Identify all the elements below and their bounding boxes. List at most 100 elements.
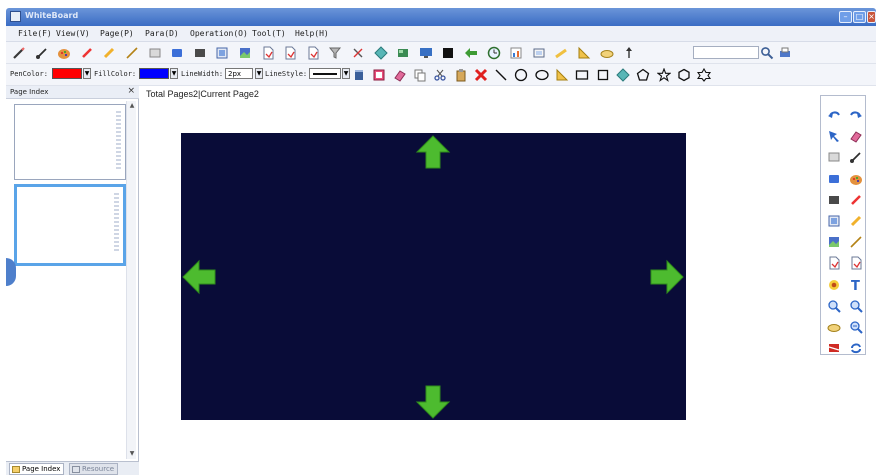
eraser-icon[interactable] (849, 129, 863, 143)
gray-rect-icon[interactable] (193, 46, 207, 60)
maximize-button[interactable]: □ (853, 11, 866, 23)
zoom-in-icon[interactable] (849, 299, 863, 313)
refresh-icon[interactable] (849, 341, 863, 355)
marker-icon[interactable] (849, 193, 863, 207)
cloud-icon[interactable] (827, 320, 841, 334)
palette-icon[interactable] (849, 172, 863, 186)
pen-icon[interactable] (849, 235, 863, 249)
pen-icon[interactable] (125, 46, 139, 60)
rect-icon[interactable] (148, 46, 162, 60)
redo-icon[interactable] (849, 108, 863, 122)
diamond-icon[interactable] (616, 68, 630, 82)
page-thumbnail[interactable] (14, 104, 126, 180)
printer-icon[interactable] (778, 46, 792, 60)
panel-close-button[interactable]: × (127, 86, 135, 96)
scissors-icon[interactable] (351, 46, 365, 60)
paste-icon[interactable] (454, 68, 468, 82)
scroll-down-arrow[interactable]: ▼ (128, 450, 136, 458)
zoom-out-icon[interactable] (849, 320, 863, 334)
hexagon-icon[interactable] (677, 68, 691, 82)
star6-icon[interactable] (697, 67, 712, 82)
monitor-icon[interactable] (419, 46, 433, 60)
picture-icon[interactable] (827, 214, 841, 228)
palette-icon[interactable] (57, 46, 71, 60)
triangle-icon[interactable] (555, 68, 569, 82)
clock-icon[interactable] (487, 46, 501, 60)
text-icon[interactable]: T (849, 278, 863, 294)
menu-file[interactable]: File(F) (18, 29, 52, 38)
flower-icon[interactable] (827, 278, 841, 292)
scroll-up-arrow[interactable]: ▲ (128, 102, 136, 110)
tab-resource[interactable]: Resource (69, 463, 119, 475)
highlighter-icon[interactable] (849, 214, 863, 228)
blue-rect-icon[interactable] (170, 46, 184, 60)
search-icon[interactable] (760, 46, 774, 60)
line-icon[interactable] (494, 68, 508, 82)
bucket-icon[interactable] (352, 68, 366, 82)
funnel-icon[interactable] (328, 46, 342, 60)
close-button[interactable]: × (867, 11, 876, 23)
select-icon[interactable] (827, 129, 841, 143)
image-edit-icon[interactable] (372, 68, 386, 82)
triangle-icon[interactable] (577, 46, 591, 60)
diamond-icon[interactable] (373, 46, 388, 60)
panel-collapse-tab[interactable] (6, 258, 16, 286)
line-width-dropdown[interactable]: ▼ (255, 68, 263, 79)
page-icon[interactable] (849, 256, 863, 270)
tab-page-index[interactable]: Page Index (9, 463, 65, 475)
zoom-in-icon[interactable] (827, 299, 841, 313)
ellipse-icon[interactable] (535, 68, 549, 82)
gray-rect-icon[interactable] (827, 193, 841, 207)
left-arrow-icon[interactable] (464, 46, 478, 60)
cloud-icon[interactable] (600, 46, 614, 60)
square-icon[interactable] (596, 68, 610, 82)
pentagon-icon[interactable] (636, 68, 650, 82)
search-input[interactable] (693, 46, 759, 59)
marker-icon[interactable] (80, 46, 94, 60)
delete-icon[interactable] (474, 68, 488, 82)
menu-operation[interactable]: Operation(O) (190, 29, 248, 38)
whiteboard-canvas[interactable] (181, 133, 686, 420)
arrow-down-icon[interactable] (415, 384, 451, 420)
brush-icon[interactable] (849, 150, 863, 164)
minimize-button[interactable]: – (839, 11, 852, 23)
page-icon[interactable] (261, 46, 275, 60)
yellow-pencil-icon[interactable] (554, 46, 568, 60)
pen-color-swatch[interactable] (52, 68, 82, 79)
menu-page[interactable]: Page(P) (100, 29, 134, 38)
star-icon[interactable] (655, 67, 672, 82)
page-icon[interactable] (827, 256, 841, 270)
pointer-icon[interactable] (622, 46, 636, 60)
arrow-up-icon[interactable] (415, 134, 451, 170)
image-icon[interactable] (238, 46, 252, 60)
green-box-icon[interactable] (396, 46, 410, 60)
film-icon[interactable] (532, 46, 546, 60)
line-style-dropdown[interactable]: ▼ (342, 68, 350, 79)
line-width-select[interactable]: 2px (225, 68, 253, 79)
eraser-icon[interactable] (393, 68, 407, 82)
rectangle-icon[interactable] (575, 68, 589, 82)
picture-icon[interactable] (215, 46, 229, 60)
blue-rect-icon[interactable] (827, 172, 841, 186)
rect-icon[interactable] (827, 150, 841, 164)
undo-icon[interactable] (827, 108, 841, 122)
pencil-icon[interactable] (12, 46, 26, 60)
page-icon[interactable] (306, 46, 320, 60)
menu-help[interactable]: Help(H) (295, 29, 329, 38)
page-thumbnail-selected[interactable] (14, 184, 126, 266)
circle-icon[interactable] (514, 68, 528, 82)
image-icon[interactable] (827, 235, 841, 249)
panel-scrollbar[interactable]: ▲ ▼ (126, 101, 136, 459)
flag-icon[interactable] (827, 341, 841, 355)
cut-icon[interactable] (433, 68, 447, 82)
highlighter-icon[interactable] (102, 46, 116, 60)
page-icon[interactable] (283, 46, 297, 60)
arrow-left-icon[interactable] (181, 259, 217, 295)
menu-view[interactable]: View(V) (56, 29, 90, 38)
chart-icon[interactable] (509, 46, 523, 60)
menu-para[interactable]: Para(D) (145, 29, 179, 38)
copy-icon[interactable] (413, 68, 427, 82)
fill-color-dropdown[interactable]: ▼ (170, 68, 178, 79)
pen-color-dropdown[interactable]: ▼ (83, 68, 91, 79)
brush-icon[interactable] (35, 46, 49, 60)
